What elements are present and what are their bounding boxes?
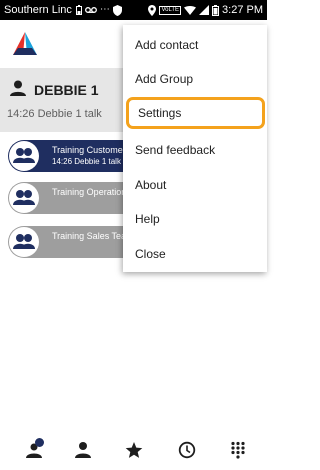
user-status-preview: 14:26 Debbie 1 talk xyxy=(7,108,102,120)
signal-icon xyxy=(199,5,210,15)
app-logo xyxy=(13,32,37,55)
menu-item-add-group[interactable]: Add Group xyxy=(123,63,267,95)
contacts-icon xyxy=(75,442,91,458)
menu-item-help[interactable]: Help xyxy=(123,203,267,235)
chat-subtitle: 14:26 Debbie 1 talk xyxy=(52,157,121,166)
notification-badge xyxy=(35,438,44,447)
chat-title: Training Operations xyxy=(52,187,131,197)
group-icon xyxy=(13,190,35,205)
dialpad-icon xyxy=(231,441,245,459)
group-avatar xyxy=(9,141,39,171)
nav-favorites-button[interactable] xyxy=(116,432,152,468)
group-avatar xyxy=(9,227,39,257)
group-icon xyxy=(13,234,35,249)
shield-icon xyxy=(112,4,122,16)
wifi-icon xyxy=(184,5,197,15)
battery-icon xyxy=(212,4,220,16)
menu-item-about[interactable]: About xyxy=(123,169,267,201)
clock: 3:27 PM xyxy=(222,4,263,16)
menu-item-settings[interactable]: Settings xyxy=(126,97,265,129)
bottom-nav xyxy=(0,430,267,470)
location-icon xyxy=(148,4,157,16)
volte-icon: VoLTE xyxy=(159,5,182,15)
more-icon: ⋯ xyxy=(99,4,110,15)
battery-saver-icon xyxy=(75,5,82,15)
chat-title: Training Sales Team xyxy=(52,231,134,241)
nav-contacts-button[interactable] xyxy=(65,432,101,468)
group-icon xyxy=(13,148,35,163)
group-avatar xyxy=(9,183,39,213)
menu-item-close[interactable]: Close xyxy=(123,238,267,270)
carrier-name: Southern Linc xyxy=(4,4,72,16)
overflow-menu: Add contact Add Group Settings Send feed… xyxy=(123,25,267,272)
recent-icon xyxy=(178,441,196,459)
person-icon xyxy=(10,80,26,96)
favorites-icon xyxy=(125,442,143,458)
menu-item-add-contact[interactable]: Add contact xyxy=(123,29,267,61)
user-name: DEBBIE 1 xyxy=(34,82,99,98)
voicemail-icon xyxy=(84,7,97,13)
status-bar: Southern Linc ⋯ VoLTE 3:27 PM xyxy=(0,0,267,20)
menu-item-send-feedback[interactable]: Send feedback xyxy=(123,134,267,166)
chat-title: Training Customer xyxy=(52,145,126,155)
nav-recent-button[interactable] xyxy=(169,432,205,468)
nav-groups-button[interactable] xyxy=(16,432,52,468)
nav-dialpad-button[interactable] xyxy=(220,432,256,468)
